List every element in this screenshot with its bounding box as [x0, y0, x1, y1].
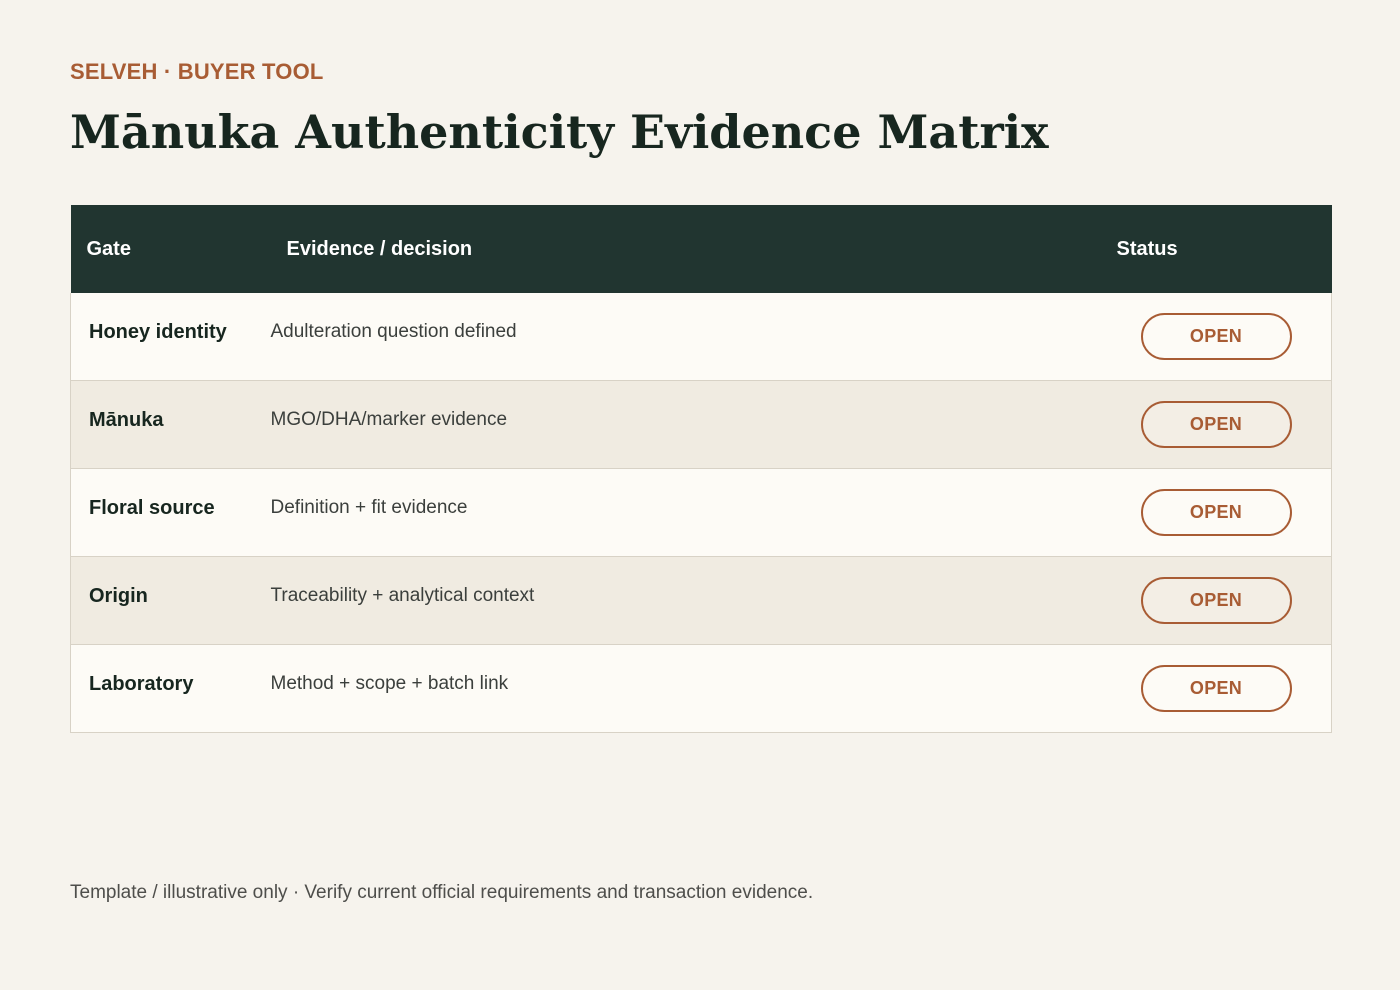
evidence-cell: Traceability + analytical context: [270, 556, 1117, 645]
evidence-cell: MGO/DHA/marker evidence: [270, 380, 1117, 469]
evidence-matrix-table: Gate Evidence / decision Status Honey id…: [70, 205, 1332, 733]
disclaimer-note: Template / illustrative only · Verify cu…: [70, 882, 814, 903]
page-title: Mānuka Authenticity Evidence Matrix: [70, 105, 1049, 159]
gate-label: Mānuka: [89, 409, 164, 431]
status-badge[interactable]: OPEN: [1140, 665, 1292, 712]
table-row: Laboratory Method + scope + batch link O…: [70, 644, 1332, 733]
eyebrow-label: SELVEH · BUYER TOOL: [70, 59, 324, 84]
evidence-text: Definition + fit evidence: [270, 497, 468, 518]
status-cell: OPEN: [1116, 293, 1332, 381]
status-cell: OPEN: [1116, 380, 1332, 469]
evidence-text: Traceability + analytical context: [270, 585, 535, 606]
gate-cell: Laboratory: [70, 644, 271, 733]
gate-cell: Floral source: [70, 468, 271, 557]
table-row: Origin Traceability + analytical context…: [70, 556, 1332, 645]
evidence-cell: Method + scope + batch link: [270, 644, 1117, 733]
status-cell: OPEN: [1116, 556, 1332, 645]
column-header-status: Status: [1116, 205, 1332, 293]
table-row: Floral source Definition + fit evidence …: [70, 468, 1332, 557]
evidence-text: MGO/DHA/marker evidence: [270, 409, 508, 430]
gate-cell: Honey identity: [70, 293, 271, 381]
column-header-gate: Gate: [70, 205, 271, 293]
status-badge[interactable]: OPEN: [1140, 401, 1292, 448]
evidence-cell: Definition + fit evidence: [270, 468, 1117, 557]
status-badge[interactable]: OPEN: [1140, 313, 1292, 360]
table-header-row: Gate Evidence / decision Status: [70, 205, 1332, 293]
status-badge[interactable]: OPEN: [1140, 489, 1292, 536]
gate-cell: Mānuka: [70, 380, 271, 469]
status-badge[interactable]: OPEN: [1140, 577, 1292, 624]
gate-label: Floral source: [89, 497, 215, 519]
evidence-text: Method + scope + batch link: [270, 673, 509, 694]
evidence-cell: Adulteration question defined: [270, 293, 1117, 381]
table-row: Mānuka MGO/DHA/marker evidence OPEN: [70, 380, 1332, 469]
gate-label: Origin: [89, 585, 148, 607]
table-row: Honey identity Adulteration question def…: [70, 293, 1332, 381]
gate-cell: Origin: [70, 556, 271, 645]
gate-label: Honey identity: [89, 321, 227, 343]
gate-label: Laboratory: [89, 673, 194, 695]
status-cell: OPEN: [1116, 644, 1332, 733]
column-header-evidence: Evidence / decision: [270, 205, 1117, 293]
evidence-text: Adulteration question defined: [270, 321, 517, 342]
status-cell: OPEN: [1116, 468, 1332, 557]
